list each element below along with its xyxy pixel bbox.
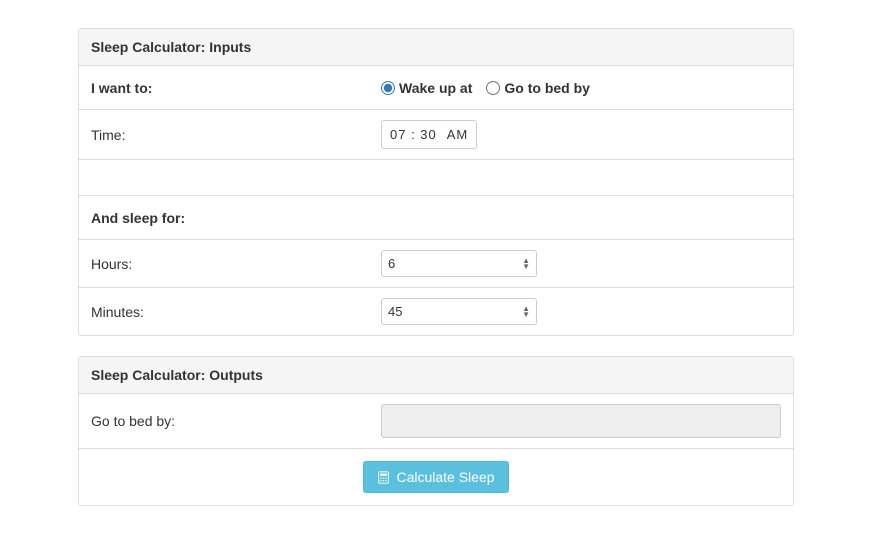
- time-label: Time:: [91, 127, 381, 143]
- radio-go-to-bed-input[interactable]: [486, 81, 500, 95]
- minutes-row: Minutes: 45 ▲ ▼: [79, 288, 793, 335]
- radio-go-to-bed[interactable]: Go to bed by: [486, 80, 590, 96]
- time-value: 07 : 30: [390, 127, 437, 142]
- minutes-label: Minutes:: [91, 304, 381, 320]
- i-want-to-row: I want to: Wake up at Go to bed by: [79, 66, 793, 110]
- output-label: Go to bed by:: [91, 413, 381, 429]
- time-row: Time: 07 : 30 AM: [79, 110, 793, 160]
- minutes-value: 45: [388, 304, 402, 319]
- hours-input[interactable]: 6 ▲ ▼: [381, 250, 537, 277]
- calculator-icon: [377, 471, 390, 484]
- radio-wake-up-input[interactable]: [381, 81, 395, 95]
- calculate-button-label: Calculate Sleep: [396, 469, 494, 485]
- output-row: Go to bed by:: [79, 394, 793, 449]
- inputs-panel-title: Sleep Calculator: Inputs: [79, 29, 793, 66]
- hours-label: Hours:: [91, 256, 381, 272]
- minutes-input[interactable]: 45 ▲ ▼: [381, 298, 537, 325]
- chevron-down-icon[interactable]: ▼: [522, 312, 530, 317]
- spacer-row: [79, 160, 793, 196]
- radio-go-to-bed-label: Go to bed by: [504, 80, 590, 96]
- i-want-to-label: I want to:: [91, 80, 381, 96]
- time-period: AM: [447, 127, 469, 142]
- inputs-panel: Sleep Calculator: Inputs I want to: Wake…: [78, 28, 794, 336]
- chevron-down-icon[interactable]: ▼: [522, 264, 530, 269]
- radio-wake-up[interactable]: Wake up at: [381, 80, 472, 96]
- time-input[interactable]: 07 : 30 AM: [381, 120, 477, 149]
- sleep-for-row: And sleep for:: [79, 196, 793, 240]
- hours-value: 6: [388, 256, 395, 271]
- calculate-button[interactable]: Calculate Sleep: [363, 461, 508, 493]
- sleep-for-label: And sleep for:: [91, 210, 381, 226]
- action-row: Calculate Sleep: [79, 449, 793, 505]
- hours-spinner[interactable]: ▲ ▼: [522, 258, 530, 269]
- radio-wake-up-label: Wake up at: [399, 80, 472, 96]
- outputs-panel-title: Sleep Calculator: Outputs: [79, 357, 793, 394]
- minutes-spinner[interactable]: ▲ ▼: [522, 306, 530, 317]
- outputs-panel: Sleep Calculator: Outputs Go to bed by: …: [78, 356, 794, 506]
- hours-row: Hours: 6 ▲ ▼: [79, 240, 793, 288]
- output-field: [381, 404, 781, 438]
